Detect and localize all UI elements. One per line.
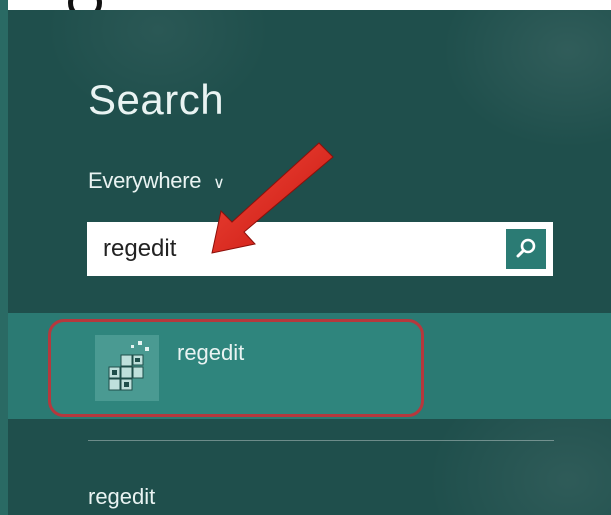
suggestion-item[interactable]: regedit (88, 484, 155, 510)
scope-label: Everywhere (88, 168, 202, 193)
search-scope-dropdown[interactable]: Everywhere ∨ (88, 168, 225, 194)
divider (88, 440, 554, 441)
search-button[interactable] (506, 229, 546, 269)
registry-editor-icon (108, 341, 149, 391)
search-box[interactable] (87, 222, 553, 276)
search-pane: Search Everywhere ∨ regedit regedit rege… (8, 10, 611, 515)
search-icon (516, 238, 536, 258)
search-input[interactable] (87, 222, 506, 276)
chevron-down-icon: ∨ (213, 175, 225, 192)
top-strip (0, 0, 611, 20)
result-label: regedit (177, 340, 245, 365)
left-edge (0, 0, 8, 515)
result-item-regedit[interactable]: regedit (48, 319, 424, 417)
page-title: Search (88, 76, 225, 123)
app-tile (95, 335, 159, 401)
